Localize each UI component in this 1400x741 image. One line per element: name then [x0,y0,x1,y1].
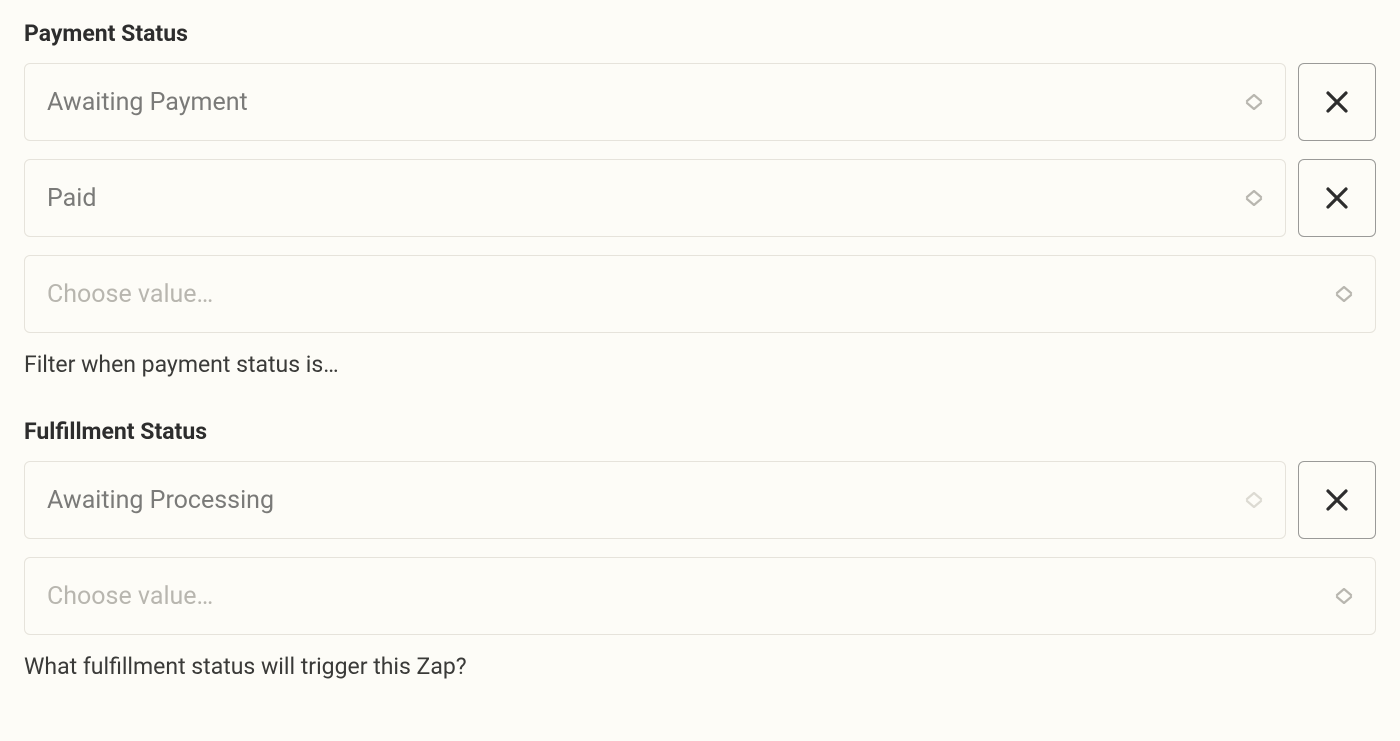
chevron-updown-icon [1245,190,1263,206]
chevron-updown-icon [1335,588,1353,604]
remove-button[interactable] [1298,461,1376,539]
fulfillment-status-select-add[interactable]: Choose value… [24,557,1376,635]
select-placeholder: Choose value… [47,280,213,309]
payment-status-select-add[interactable]: Choose value… [24,255,1376,333]
payment-status-row-0: Awaiting Payment [24,63,1376,141]
fulfillment-status-row-1: Choose value… [24,557,1376,635]
select-value: Awaiting Payment [47,88,248,117]
chevron-updown-icon [1245,492,1263,508]
payment-status-field: Payment Status Awaiting Payment Paid Cho… [24,20,1376,378]
payment-status-select-1[interactable]: Paid [24,159,1286,237]
close-icon [1324,185,1350,211]
remove-button[interactable] [1298,63,1376,141]
payment-status-label: Payment Status [24,20,1376,47]
close-icon [1324,89,1350,115]
close-icon [1324,487,1350,513]
fulfillment-status-help: What fulfillment status will trigger thi… [24,653,1376,680]
payment-status-row-2: Choose value… [24,255,1376,333]
payment-status-help: Filter when payment status is… [24,351,1376,378]
payment-status-select-0[interactable]: Awaiting Payment [24,63,1286,141]
select-value: Awaiting Processing [47,486,274,515]
fulfillment-status-field: Fulfillment Status Awaiting Processing C… [24,418,1376,680]
select-placeholder: Choose value… [47,582,213,611]
remove-button[interactable] [1298,159,1376,237]
fulfillment-status-row-0: Awaiting Processing [24,461,1376,539]
fulfillment-status-select-0[interactable]: Awaiting Processing [24,461,1286,539]
fulfillment-status-label: Fulfillment Status [24,418,1376,445]
payment-status-row-1: Paid [24,159,1376,237]
chevron-updown-icon [1245,94,1263,110]
chevron-updown-icon [1335,286,1353,302]
select-value: Paid [47,184,96,213]
